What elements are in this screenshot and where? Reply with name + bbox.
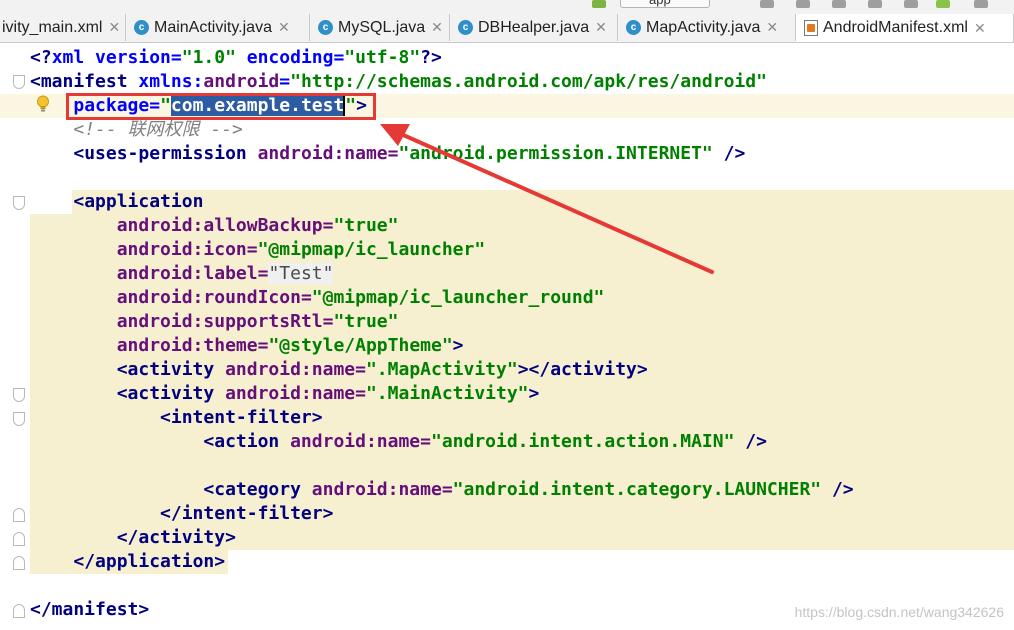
code-line-21: </activity> xyxy=(116,527,236,548)
code-line-7: <application xyxy=(73,191,204,212)
close-icon[interactable]: ✕ xyxy=(278,19,290,36)
tab-label: MainActivity.java xyxy=(154,18,272,36)
watermark: https://blog.csdn.net/wang342626 xyxy=(794,604,1004,620)
profile-icon[interactable] xyxy=(832,0,846,8)
tab-activity-main-xml[interactable]: ivity_main.xml ✕ xyxy=(0,14,126,41)
code-line-4: <!-- 联网权限 --> xyxy=(73,119,243,140)
code-line-19: <category android:name="android.intent.c… xyxy=(203,479,854,500)
toolbar-strip: app xyxy=(0,0,1014,12)
close-icon[interactable]: ✕ xyxy=(431,19,443,36)
code-line-11: android:roundIcon="@mipmap/ic_launcher_r… xyxy=(116,287,605,308)
run-icon[interactable] xyxy=(760,0,774,8)
fold-marker[interactable] xyxy=(13,412,25,426)
code-line-10: android:label="Test" xyxy=(116,263,334,284)
fold-marker[interactable] xyxy=(13,556,25,570)
fold-marker[interactable] xyxy=(13,388,25,402)
java-class-icon: c xyxy=(318,20,333,35)
sync-icon[interactable] xyxy=(592,0,606,8)
tab-label: ivity_main.xml xyxy=(2,18,103,36)
run-config-dropdown[interactable]: app xyxy=(620,0,710,8)
tab-label: DBHealper.java xyxy=(478,18,590,36)
selected-package-name[interactable]: com.example.test xyxy=(170,95,345,116)
code-line-14: <activity android:name=".MapActivity"></… xyxy=(116,359,648,380)
code-line-16: <intent-filter> xyxy=(160,407,323,428)
fold-marker[interactable] xyxy=(13,604,25,618)
code-line-1: <?xml version="1.0" encoding="utf-8"?> xyxy=(30,47,442,68)
close-icon[interactable]: ✕ xyxy=(766,19,778,36)
code-line-15: <activity android:name=".MainActivity"> xyxy=(116,383,540,404)
close-icon[interactable]: ✕ xyxy=(108,19,120,36)
tab-mysql-java[interactable]: c MySQL.java ✕ xyxy=(310,14,450,41)
code-line-9: android:icon="@mipmap/ic_launcher" xyxy=(116,239,486,260)
close-icon[interactable]: ✕ xyxy=(974,20,986,37)
editor-tab-bar: app ivity_main.xml ✕ c MainActivity.java… xyxy=(0,0,1014,43)
fold-marker[interactable] xyxy=(13,196,25,210)
code-line-13: android:theme="@style/AppTheme"> xyxy=(116,335,464,356)
tab-androidmanifest-xml[interactable]: AndroidManifest.xml ✕ xyxy=(796,14,1014,42)
tab-mainactivity-java[interactable]: c MainActivity.java ✕ xyxy=(126,14,310,41)
code-line-22: </application> xyxy=(73,551,226,572)
manifest-file-icon xyxy=(804,20,818,36)
code-line-17: <action android:name="android.intent.act… xyxy=(203,431,767,452)
code-line-12: android:supportsRtl="true" xyxy=(116,311,399,332)
code-line-2: <manifest xmlns:android="http://schemas.… xyxy=(30,71,767,92)
java-class-icon: c xyxy=(626,20,641,35)
stop-icon[interactable] xyxy=(904,0,918,8)
avd-manager-icon[interactable] xyxy=(974,0,988,8)
fold-marker[interactable] xyxy=(13,75,25,89)
fold-marker[interactable] xyxy=(13,532,25,546)
tab-label: AndroidManifest.xml xyxy=(823,19,968,36)
tab-label: MySQL.java xyxy=(338,18,426,36)
highlight-application-open xyxy=(72,190,1014,214)
close-icon[interactable]: ✕ xyxy=(595,19,607,36)
debug-icon[interactable] xyxy=(796,0,810,8)
fold-marker[interactable] xyxy=(13,508,25,522)
code-line-24: </manifest> xyxy=(30,599,150,620)
tab-mapactivity-java[interactable]: c MapActivity.java ✕ xyxy=(618,14,796,41)
sdk-manager-icon[interactable] xyxy=(936,0,950,8)
code-line-3: package="com.example.test"> xyxy=(73,95,367,116)
tab-dbhealper-java[interactable]: c DBHealper.java ✕ xyxy=(450,14,618,41)
code-line-20: </intent-filter> xyxy=(160,503,334,524)
tab-label: MapActivity.java xyxy=(646,18,761,36)
code-line-8: android:allowBackup="true" xyxy=(116,215,399,236)
attach-icon[interactable] xyxy=(868,0,882,8)
java-class-icon: c xyxy=(458,20,473,35)
java-class-icon: c xyxy=(134,20,149,35)
code-line-5: <uses-permission android:name="android.p… xyxy=(73,143,746,164)
